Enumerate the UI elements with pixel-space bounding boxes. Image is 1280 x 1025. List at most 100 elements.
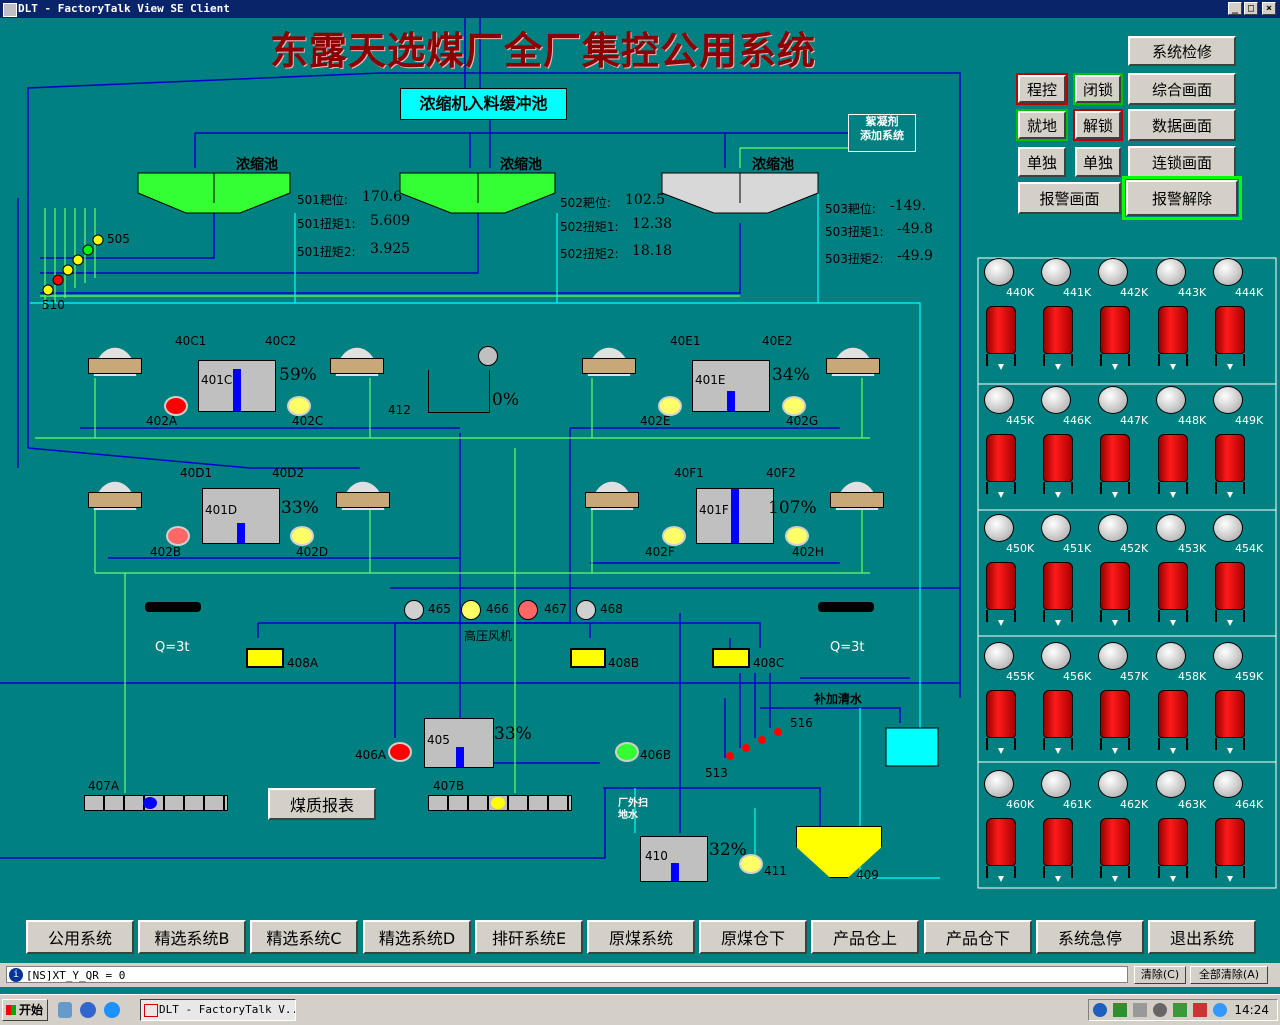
filter-fan-443K[interactable] [1156, 258, 1186, 286]
fan-466[interactable] [461, 600, 481, 620]
sump-408b[interactable] [570, 648, 606, 668]
nav-button-6[interactable]: 原煤仓下 [699, 920, 807, 954]
belt-407a[interactable] [84, 795, 228, 811]
filter-fan-444K[interactable] [1213, 258, 1243, 286]
tray-icon-3[interactable] [1133, 1003, 1147, 1017]
filter-tank-455K[interactable] [986, 690, 1016, 738]
nav-button-0[interactable]: 公用系统 [26, 920, 134, 954]
fan-468[interactable] [576, 600, 596, 620]
filter-fan-446K[interactable] [1041, 386, 1071, 414]
pump-402h[interactable] [785, 526, 809, 546]
nav-button-3[interactable]: 精选系统D [363, 920, 471, 954]
single-mode-button-2[interactable]: 单独 [1075, 147, 1121, 177]
filter-fan-463K[interactable] [1156, 770, 1186, 798]
pump-402g[interactable] [782, 396, 806, 416]
filter-fan-458K[interactable] [1156, 642, 1186, 670]
filter-tank-454K[interactable] [1215, 562, 1245, 610]
filter-tank-451K[interactable] [1043, 562, 1073, 610]
nav-button-4[interactable]: 排矸系统E [475, 920, 583, 954]
screen-left-d[interactable] [88, 492, 142, 508]
tray-icon-2[interactable] [1113, 1003, 1127, 1017]
filter-fan-440K[interactable] [984, 258, 1014, 286]
filter-tank-459K[interactable] [1215, 690, 1245, 738]
sump-408a[interactable] [246, 648, 284, 668]
flotation-cell-401f[interactable]: 401F [696, 488, 774, 544]
filter-fan-451K[interactable] [1041, 514, 1071, 542]
nav-button-9[interactable]: 系统急停 [1036, 920, 1144, 954]
thickener-501[interactable] [137, 172, 291, 214]
filter-fan-445K[interactable] [984, 386, 1014, 414]
minimize-button[interactable]: _ [1228, 2, 1242, 15]
filter-fan-455K[interactable] [984, 642, 1014, 670]
clear-button[interactable]: 清除(C) [1134, 966, 1186, 984]
filter-fan-450K[interactable] [984, 514, 1014, 542]
unlock-button[interactable]: 解锁 [1075, 111, 1121, 139]
screen-left-e[interactable] [582, 358, 636, 374]
filter-tank-450K[interactable] [986, 562, 1016, 610]
dosing-tank-412[interactable] [428, 370, 490, 413]
pump-402b[interactable] [166, 526, 190, 546]
tray-icon-7[interactable] [1213, 1003, 1227, 1017]
buffer-tank[interactable]: 浓缩机入料缓冲池 [400, 88, 567, 120]
filter-tank-443K[interactable] [1158, 306, 1188, 354]
dosing-pump-412[interactable] [478, 346, 498, 366]
screen-right-f[interactable] [830, 492, 884, 508]
pump-406a[interactable] [388, 742, 412, 762]
clear-all-button[interactable]: 全部清除(A) [1190, 966, 1268, 984]
pump-411[interactable] [739, 854, 763, 874]
tray-icon-1[interactable] [1093, 1003, 1107, 1017]
local-control-button[interactable]: 就地 [1018, 111, 1066, 139]
filter-tank-445K[interactable] [986, 434, 1016, 482]
flotation-cell-401e[interactable]: 401E [692, 360, 770, 412]
filter-tank-463K[interactable] [1158, 818, 1188, 866]
screen-right-d[interactable] [336, 492, 390, 508]
filter-fan-449K[interactable] [1213, 386, 1243, 414]
flocculant-system[interactable]: 絮凝剂 添加系统 [848, 114, 916, 152]
thickener-502[interactable] [399, 172, 556, 214]
fan-467[interactable] [518, 600, 538, 620]
pump-402f[interactable] [662, 526, 686, 546]
pump-402a[interactable] [164, 396, 188, 416]
tray-shield-icon[interactable] [1173, 1003, 1187, 1017]
filter-fan-447K[interactable] [1098, 386, 1128, 414]
overview-screen-button[interactable]: 综合画面 [1128, 73, 1236, 105]
filter-fan-456K[interactable] [1041, 642, 1071, 670]
quicklaunch-browser-icon[interactable] [104, 1002, 120, 1018]
filter-fan-457K[interactable] [1098, 642, 1128, 670]
interlock-on-button[interactable]: 闭锁 [1075, 75, 1121, 103]
filter-fan-459K[interactable] [1213, 642, 1243, 670]
filter-fan-464K[interactable] [1213, 770, 1243, 798]
flotation-cell-401d[interactable]: 401D [202, 488, 280, 544]
nav-button-1[interactable]: 精选系统B [138, 920, 246, 954]
pump-406b[interactable] [615, 742, 639, 762]
crane-left[interactable] [145, 602, 201, 612]
alarm-reset-button[interactable]: 报警解除 [1122, 176, 1242, 220]
crane-right[interactable] [818, 602, 874, 612]
filter-tank-462K[interactable] [1100, 818, 1130, 866]
filter-tank-461K[interactable] [1043, 818, 1073, 866]
tray-volume-icon[interactable] [1193, 1003, 1207, 1017]
program-control-button[interactable]: 程控 [1018, 75, 1066, 103]
tray-network-icon[interactable] [1153, 1003, 1167, 1017]
flotation-cell-405[interactable]: 405 [424, 718, 494, 768]
filter-fan-453K[interactable] [1156, 514, 1186, 542]
filter-tank-448K[interactable] [1158, 434, 1188, 482]
filter-tank-440K[interactable] [986, 306, 1016, 354]
thickener-503[interactable] [661, 172, 819, 214]
filter-tank-453K[interactable] [1158, 562, 1188, 610]
filter-tank-460K[interactable] [986, 818, 1016, 866]
system-maintenance-button[interactable]: 系统检修 [1128, 36, 1236, 66]
filter-tank-464K[interactable] [1215, 818, 1245, 866]
start-button[interactable]: 开始 [2, 999, 48, 1021]
interlock-screen-button[interactable]: 连锁画面 [1128, 146, 1236, 178]
sump-408c[interactable] [712, 648, 750, 668]
filter-fan-462K[interactable] [1098, 770, 1128, 798]
nav-button-8[interactable]: 产品仓下 [924, 920, 1032, 954]
quicklaunch-icon-1[interactable] [58, 1002, 72, 1018]
nav-button-5[interactable]: 原煤系统 [587, 920, 695, 954]
maximize-button[interactable]: □ [1244, 2, 1258, 15]
quicklaunch-ie-icon[interactable] [80, 1002, 96, 1018]
filter-fan-461K[interactable] [1041, 770, 1071, 798]
screen-left-c[interactable] [88, 358, 142, 374]
alarm-screen-button[interactable]: 报警画面 [1018, 182, 1121, 214]
